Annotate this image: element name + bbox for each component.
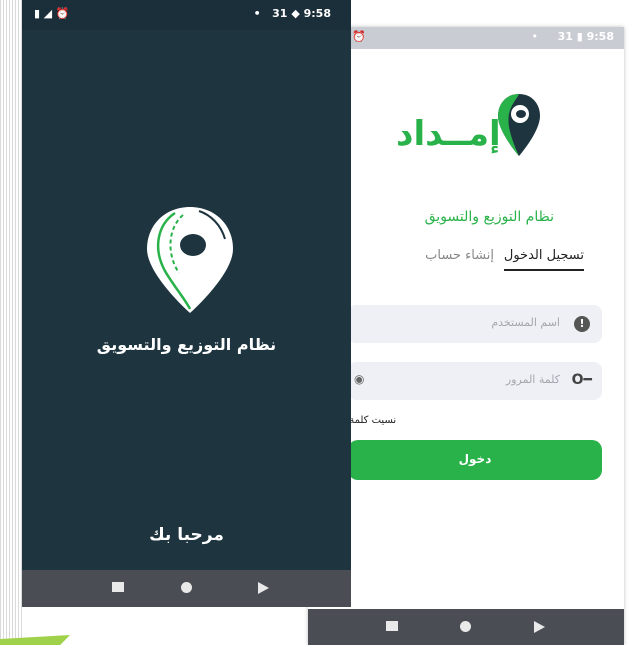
map-pin-icon [498, 94, 540, 156]
recents-button[interactable] [112, 582, 124, 592]
status-time: • 31 ◆ 9:58 [253, 7, 331, 20]
tab-register[interactable]: إنشاء حساب [425, 248, 494, 263]
splash-screen-phone: ▮ ◢ ⏰ • 31 ◆ 9:58 نظام التوزيع والتسويق … [22, 0, 351, 607]
password-placeholder: كلمة المرور [505, 373, 560, 386]
username-input[interactable]: ! اسم المستخدم [348, 305, 602, 343]
navigation-bar [22, 570, 351, 607]
back-button[interactable] [258, 582, 269, 594]
info-icon: ! [574, 316, 590, 332]
notification-dot-icon: • [531, 30, 539, 43]
tab-login[interactable]: تسجيل الدخول [503, 248, 584, 271]
signal-icon: ◢ [43, 7, 53, 20]
app-logo: إمــداد [396, 92, 546, 162]
calendar-icon: 31 [557, 30, 573, 43]
status-bar: ▮ ◢ ⏰ • 31 ◆ 9:58 [22, 0, 351, 30]
logo-wordmark: إمــداد [396, 114, 501, 154]
decorative-stripes [0, 0, 22, 645]
map-pin-icon [147, 207, 233, 313]
status-bar: ⏰ • 31 ▮ 9:58 [308, 27, 624, 49]
status-time: 31 ▮ 9:58 [557, 30, 614, 43]
app-title: نظام التوزيع والتسويق [96, 335, 277, 354]
back-button[interactable] [534, 621, 545, 633]
app-title: نظام التوزيع والتسويق [424, 209, 554, 225]
wifi-icon: ◆ [291, 7, 300, 20]
home-button[interactable] [460, 621, 471, 632]
battery-icon: ▮ [576, 30, 583, 43]
eye-icon[interactable]: ◉ [354, 372, 364, 386]
key-icon: O━ [571, 372, 592, 388]
status-icons-left: ▮ ◢ ⏰ [34, 7, 69, 20]
alarm-icon: ⏰ [352, 30, 366, 43]
home-button[interactable] [181, 582, 192, 593]
login-button[interactable]: دخول [348, 440, 602, 480]
welcome-text: مرحبا بك [149, 525, 224, 545]
login-screen-phone: ⏰ • 31 ▮ 9:58 إمــداد نظام التوزيع والتس… [308, 27, 624, 645]
battery-icon: ▮ [34, 7, 41, 20]
navigation-bar [308, 609, 624, 645]
notification-dot-icon: • [253, 7, 261, 20]
recents-button[interactable] [386, 621, 398, 631]
calendar-icon: 31 [272, 7, 288, 20]
username-placeholder: اسم المستخدم [491, 316, 560, 329]
alarm-icon: ⏰ [55, 7, 70, 20]
password-input[interactable]: O━ كلمة المرور ◉ [348, 362, 602, 400]
